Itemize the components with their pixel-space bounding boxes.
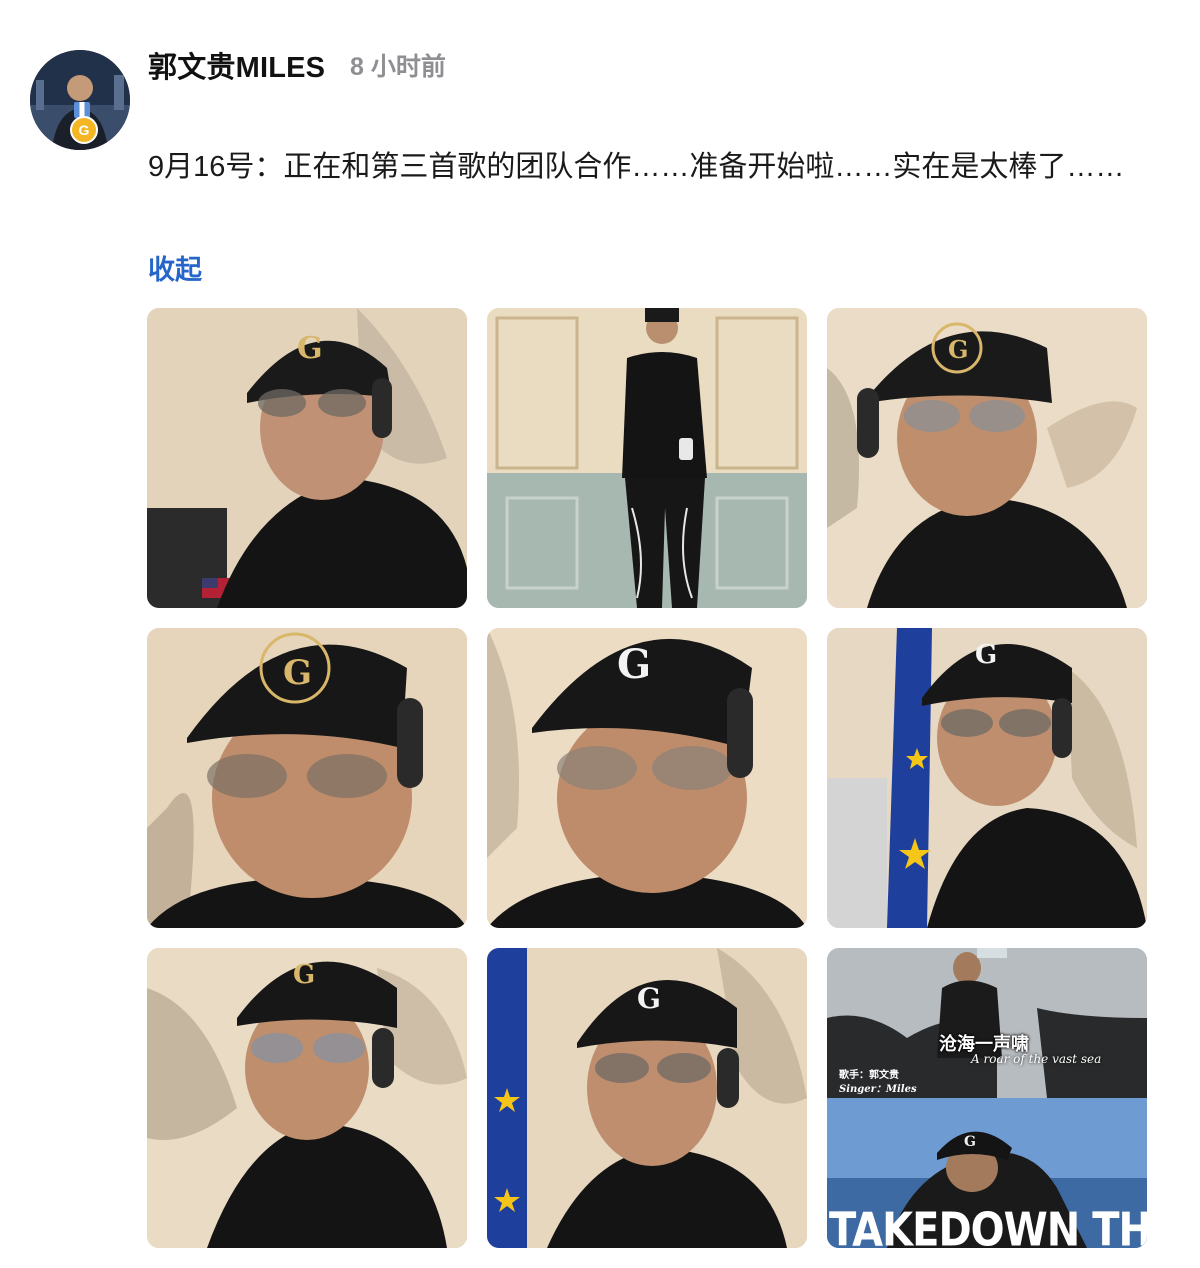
post-timestamp: 8 小时前 [350, 53, 446, 81]
video-title-en: A roar of the vast sea [971, 1052, 1102, 1066]
collapse-link[interactable]: 收起 [148, 248, 202, 287]
svg-text:G: G [948, 335, 969, 364]
svg-text:G: G [293, 960, 315, 990]
photo-8[interactable]: G [487, 948, 807, 1248]
svg-text:G: G [297, 331, 323, 366]
video-singer-en: Singer：Miles [839, 1084, 917, 1095]
svg-text:G: G [975, 640, 997, 670]
svg-text:G: G [637, 982, 661, 1015]
video-thumbnail[interactable]: 沧海一声啸 A roar of the vast sea 歌手：郭文贵 Sing… [827, 948, 1147, 1248]
post-text: 9月16号：正在和第三首歌的团队合作……准备开始啦……实在是太棒了…… [148, 151, 1125, 183]
selfie-image: G [827, 308, 1147, 608]
closeup-image: G [147, 628, 467, 928]
selfie-image: G [487, 948, 807, 1248]
verified-badge-icon: G [70, 116, 98, 144]
selfie-image: G [147, 308, 467, 608]
photo-4[interactable]: G [147, 628, 467, 928]
svg-text:G: G [283, 653, 312, 693]
author-name[interactable]: 郭文贵MILES [148, 44, 325, 86]
video-banner-text: TAKEDOWN THE CCP [829, 1204, 1147, 1248]
svg-text:G: G [964, 1134, 976, 1150]
photo-2[interactable] [487, 308, 807, 608]
photo-6[interactable]: G [827, 628, 1147, 928]
selfie-image: G [147, 948, 467, 1248]
svg-text:G: G [617, 641, 651, 688]
photo-5[interactable]: G [487, 628, 807, 928]
photo-7[interactable]: G [147, 948, 467, 1248]
photo-3[interactable]: G [827, 308, 1147, 608]
full-body-image [487, 308, 807, 608]
selfie-image: G [827, 628, 1147, 928]
photo-grid: G G G G G G G 沧海一声啸 A roar of the vast s… [147, 308, 1148, 1248]
photo-1[interactable]: G [147, 308, 467, 608]
closeup-image: G [487, 628, 807, 928]
video-singer-cn: 歌手：郭文贵 [839, 1070, 899, 1081]
